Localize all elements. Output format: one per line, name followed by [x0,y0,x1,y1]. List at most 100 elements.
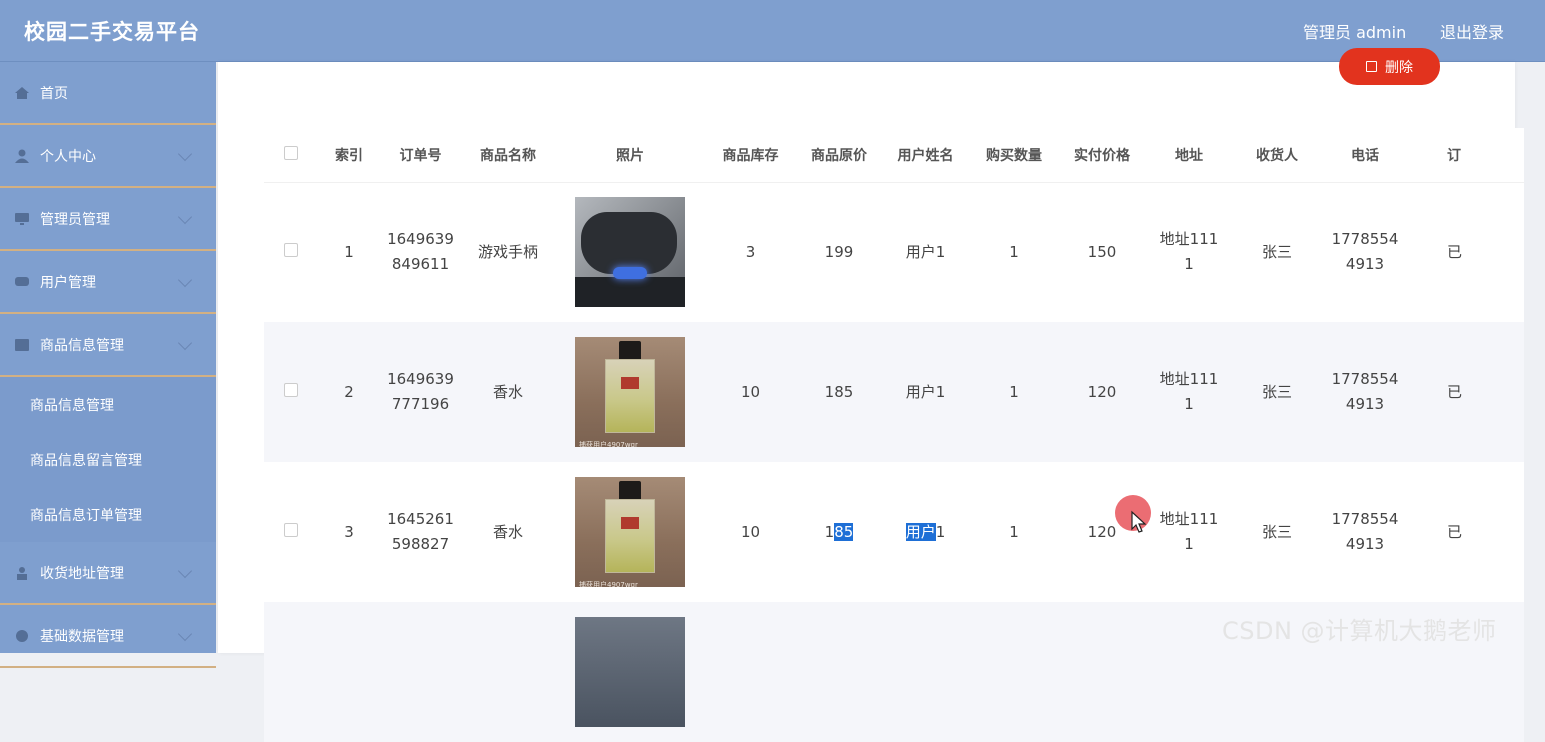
sidebar-item-label: 基础数据管理 [40,628,124,645]
chevron-down-icon [177,146,193,162]
cell-qty: 1 [969,462,1059,602]
price-text: 1 [824,522,835,541]
cell-paid: 120 [1059,322,1145,462]
sidebar-subitem-goods-comments[interactable]: 商品信息留言管理 [0,432,216,487]
cell-address: 地址111 1 [1145,182,1233,322]
col-header-address[interactable]: 地址 [1145,128,1233,183]
order-table: 索引 订单号 商品名称 照片 商品库存 商品原价 用户姓名 购买数量 实付价格 … [264,128,1524,742]
cell-photo: 捕获用户4907wgr [555,322,705,462]
row-checkbox[interactable] [284,242,298,257]
address-icon [17,566,27,580]
perfume-photo[interactable]: 捕获用户4907wgr [575,337,685,447]
top-header: 校园二手交易平台 管理员 admin 退出登录 [0,0,1545,62]
sidebar-item-label: 商品信息管理 [40,337,124,354]
trash-icon [1366,61,1377,72]
sidebar-item-label: 个人中心 [40,148,96,165]
site-title: 校园二手交易平台 [24,20,200,44]
phone-line2: 4913 [1345,255,1385,274]
cell-stock: 10 [705,462,796,602]
col-header-order-no[interactable]: 订单号 [380,128,461,183]
row-checkbox[interactable] [284,382,298,397]
home-icon [15,86,29,99]
col-header-paid[interactable]: 实付价格 [1059,128,1145,183]
sidebar-item-home[interactable]: 首页 [0,62,216,125]
logout-link[interactable]: 退出登录 [1440,19,1504,43]
chevron-down-icon [177,209,193,225]
cell-status: 已 [1409,462,1524,602]
col-header-index[interactable]: 索引 [318,128,380,183]
selected-text: 85 [834,522,854,541]
order-no-line2: 849611 [391,255,450,274]
cell-goods-name: 香水 [461,462,555,602]
address-line1: 地址111 [1159,370,1219,388]
phone-line2: 4913 [1345,535,1385,553]
order-panel: 删除 索引 订单号 商品名称 照片 商品库存 商品原价 用户姓名 购买数量 实付… [218,48,1524,742]
chevron-down-icon [177,563,193,579]
sidebar-item-basedata[interactable]: 基础数据管理 [0,605,216,668]
sidebar-item-users[interactable]: 用户管理 [0,251,216,314]
col-header-qty[interactable]: 购买数量 [969,128,1059,183]
gamepad-photo[interactable] [575,197,685,308]
cell-address: 地址111 1 [1145,322,1233,462]
cell-phone: 1778554 4913 [1321,182,1409,322]
perfume-photo[interactable]: 捕获用户4907wgr [575,477,685,587]
sidebar-item-profile[interactable]: 个人中心 [0,125,216,188]
address-line1: 地址111 [1159,230,1219,249]
cell-receiver: 张三 [1233,322,1321,462]
phone-line1: 1778554 [1331,510,1399,528]
cell-goods-name: 游戏手柄 [461,182,555,322]
csdn-watermark: CSDN @计算机大鹅老师 [1222,617,1497,645]
sidebar-item-address[interactable]: 收货地址管理 [0,542,216,605]
table-row[interactable]: 1 1649639 849611 游戏手柄 3 199 用户1 1 150 地址1… [264,182,1524,322]
select-all-checkbox[interactable] [284,145,298,160]
sidebar-subitem-goods-orders[interactable]: 商品信息订单管理 [0,487,216,542]
cell-index: 3 [318,462,380,602]
delete-button[interactable]: 删除 [1339,48,1440,85]
cell-user: 用户1 [882,322,969,462]
person-icon [15,149,29,163]
sidebar: 首页 个人中心 管理员管理 用户管理 商品信息管理 商品信息管理 商品信息留言管… [0,62,216,668]
cell-price: 185 [796,462,882,602]
col-header-goods-name[interactable]: 商品名称 [461,128,555,183]
cell-photo [555,182,705,322]
cell-goods-name: 香水 [461,322,555,462]
user-text: 1 [935,522,946,541]
col-header-stock[interactable]: 商品库存 [705,128,796,183]
sidebar-item-label: 收货地址管理 [40,565,124,582]
order-no-line1: 1649639 [387,370,454,388]
sidebar-item-admin[interactable]: 管理员管理 [0,188,216,251]
col-header-user[interactable]: 用户姓名 [882,128,969,183]
cell-index: 1 [318,182,380,322]
chevron-down-icon [177,272,193,288]
sidebar-item-label: 管理员管理 [40,211,110,228]
col-header-receiver[interactable]: 收货人 [1233,128,1321,183]
chevron-down-icon [177,626,193,642]
cell-index: 2 [318,322,380,462]
cell-paid: 150 [1059,182,1145,322]
cell-stock: 10 [705,322,796,462]
phone-line2: 4913 [1345,395,1385,413]
row-checkbox[interactable] [284,522,298,537]
col-header-price[interactable]: 商品原价 [796,128,882,183]
cell-order-no: 1645261 598827 [380,462,461,602]
table-header-row: 索引 订单号 商品名称 照片 商品库存 商品原价 用户姓名 购买数量 实付价格 … [264,128,1524,183]
cell-receiver: 张三 [1233,462,1321,602]
cell-address: 地址111 1 [1145,462,1233,602]
col-header-phone[interactable]: 电话 [1321,128,1409,183]
table-row[interactable]: 2 1649639 777196 香水 捕获用户4907wgr 10 185 用户… [264,322,1524,462]
col-header-photo[interactable]: 照片 [555,128,705,183]
cell-status: 已 [1409,182,1524,322]
current-user[interactable]: 管理员 admin [1303,19,1406,43]
sidebar-item-label: 首页 [40,85,68,102]
photo-watermark: 捕获用户4907wgr [579,441,638,447]
goods-photo[interactable] [575,617,685,727]
table-row[interactable]: 3 1645261 598827 香水 捕获用户4907wgr 10 185 用户… [264,462,1524,602]
sidebar-subitem-goods[interactable]: 商品信息管理 [0,377,216,432]
cell-phone: 1778554 4913 [1321,462,1409,602]
sidebar-item-goods[interactable]: 商品信息管理 [0,314,216,377]
col-header-status[interactable]: 订 [1409,128,1524,183]
cell-phone: 1778554 4913 [1321,322,1409,462]
cell-order-no: 1649639 777196 [380,322,461,462]
address-line1: 地址111 [1159,510,1219,528]
cell-order-no: 1649639 849611 [380,182,461,322]
